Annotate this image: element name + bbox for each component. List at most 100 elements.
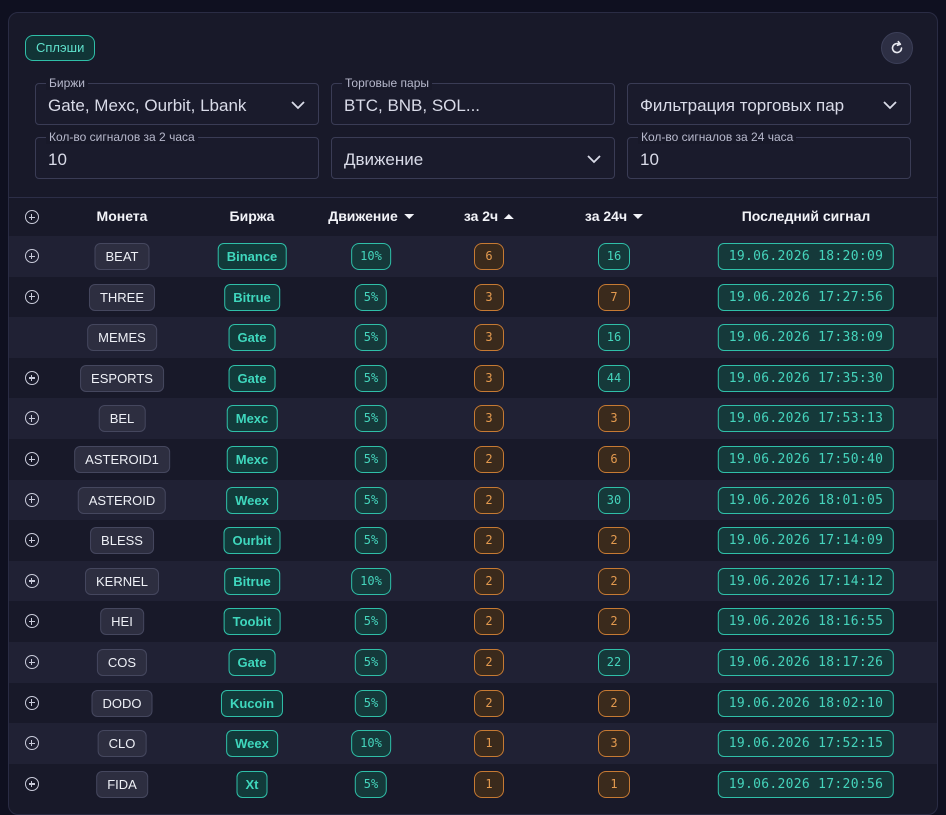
exchanges-value: Gate, Mexc, Ourbit, Lbank	[48, 96, 247, 115]
table-row[interactable]: THREE Bitrue 5% 3 7 19.06.2026 17:27:56	[9, 277, 937, 318]
exchange-badge[interactable]: Mexc	[226, 405, 278, 433]
movement-badge: 5%	[354, 283, 388, 311]
exchange-badge[interactable]: Toobit	[223, 608, 281, 636]
pairs-input[interactable]: Торговые пары BTC, BNB, SOL...	[331, 76, 615, 125]
coin-badge: KERNEL	[84, 567, 160, 595]
count-2h-badge: 1	[474, 770, 504, 798]
table-row[interactable]: DODO Kucoin 5% 2 2 19.06.2026 18:02:10	[9, 683, 937, 724]
coin-badge: COS	[96, 648, 148, 676]
table-row[interactable]: MEMES Gate 5% 3 16 19.06.2026 17:38:09	[9, 317, 937, 358]
expand-row-icon[interactable]	[25, 573, 39, 588]
expand-row-icon[interactable]	[25, 370, 39, 385]
last-signal-badge: 19.06.2026 18:16:55	[717, 608, 895, 636]
exchange-badge[interactable]: Bitrue	[224, 567, 280, 595]
splash-chip[interactable]: Сплэши	[25, 35, 96, 61]
count-24h-badge: 2	[598, 567, 630, 595]
count-2h-badge: 2	[474, 608, 504, 636]
coin-badge: CLO	[97, 730, 147, 758]
expand-row-icon[interactable]	[25, 695, 39, 710]
header-movement[interactable]: Движение	[328, 208, 414, 224]
expand-row-icon[interactable]	[25, 451, 39, 466]
last-signal-badge: 19.06.2026 17:14:09	[717, 527, 895, 555]
exchange-badge[interactable]: Xt	[236, 770, 268, 798]
exchange-badge[interactable]: Ourbit	[223, 527, 281, 555]
exchange-badge[interactable]: Gate	[228, 324, 276, 352]
coin-badge: DODO	[91, 689, 153, 717]
table-row[interactable]: BEL Mexc 5% 3 3 19.06.2026 17:53:13	[9, 398, 937, 439]
header-last-signal[interactable]: Последний сигнал	[742, 208, 871, 224]
table-row[interactable]: CLO Weex 10% 1 3 19.06.2026 17:52:15	[9, 723, 937, 764]
signals-24h-input[interactable]: Кол-во сигналов за 24 часа 10	[627, 130, 911, 179]
expand-row-icon[interactable]	[25, 411, 39, 426]
count-2h-badge: 1	[474, 730, 504, 758]
expand-row-icon[interactable]	[25, 776, 39, 791]
count-2h-badge: 3	[474, 364, 504, 392]
pairs-value: BTC, BNB, SOL...	[344, 96, 481, 115]
divider	[9, 197, 937, 198]
expand-row-icon[interactable]	[25, 249, 39, 263]
chevron-down-icon	[291, 101, 305, 110]
movement-badge: 5%	[354, 324, 388, 352]
refresh-button[interactable]	[881, 32, 913, 64]
table-row[interactable]: BEAT Binance 10% 6 16 19.06.2026 18:20:09	[9, 236, 937, 277]
header-24h[interactable]: за 24ч	[585, 208, 644, 224]
expand-row-icon[interactable]	[25, 614, 39, 629]
expand-row-icon[interactable]	[25, 492, 39, 507]
count-2h-badge: 2	[474, 567, 504, 595]
table-row[interactable]: ASTEROID1 Mexc 5% 2 6 19.06.2026 17:50:40	[9, 439, 937, 480]
exchange-badge[interactable]: Gate	[228, 364, 276, 392]
exchange-badge[interactable]: Gate	[228, 648, 276, 676]
last-signal-badge: 19.06.2026 17:20:56	[717, 770, 895, 798]
exchanges-select[interactable]: Биржи Gate, Mexc, Ourbit, Lbank	[35, 76, 319, 125]
table-row[interactable]: COS Gate 5% 2 22 19.06.2026 18:17:26	[9, 641, 937, 683]
sort-desc-icon	[633, 213, 644, 219]
exchange-badge[interactable]: Weex	[226, 486, 278, 514]
last-signal-badge: 19.06.2026 18:01:05	[717, 486, 895, 514]
count-24h-badge: 2	[598, 527, 630, 555]
signals-panel: Сплэши Биржи Gate, Mexc, Ourbit, Lbank Т…	[8, 12, 938, 815]
signals-24h-legend: Кол-во сигналов за 24 часа	[638, 130, 797, 144]
count-24h-badge: 44	[598, 364, 630, 392]
table-row[interactable]: ASTEROID Weex 5% 2 30 19.06.2026 18:01:05	[9, 479, 937, 521]
coin-badge: FIDA	[96, 770, 148, 798]
pair-filter-select[interactable]: Фильтрация торговых пар	[627, 83, 911, 125]
count-24h-badge: 22	[598, 648, 630, 676]
table-row[interactable]: FIDA Xt 5% 1 1 19.06.2026 17:20:56	[9, 764, 937, 805]
last-signal-badge: 19.06.2026 17:14:12	[717, 567, 895, 595]
table-row[interactable]: KERNEL Bitrue 10% 2 2 19.06.2026 17:14:12	[9, 560, 937, 602]
count-2h-badge: 2	[474, 689, 504, 717]
last-signal-badge: 19.06.2026 18:20:09	[717, 243, 895, 270]
header-2h[interactable]: за 2ч	[464, 208, 515, 224]
coin-badge: ESPORTS	[80, 364, 164, 392]
expand-all-icon[interactable]	[25, 210, 39, 224]
chevron-down-icon	[883, 101, 897, 110]
chevron-down-icon	[587, 155, 601, 164]
movement-badge: 10%	[351, 243, 391, 270]
exchange-badge[interactable]: Bitrue	[224, 283, 280, 311]
count-24h-badge: 7	[598, 283, 630, 311]
exchange-badge[interactable]: Mexc	[226, 445, 278, 473]
count-2h-badge: 2	[474, 527, 504, 555]
exchange-badge[interactable]: Kucoin	[220, 689, 284, 717]
expand-row-icon[interactable]	[25, 736, 39, 751]
sort-desc-icon	[403, 213, 414, 219]
last-signal-badge: 19.06.2026 18:02:10	[717, 689, 895, 717]
header-exchange[interactable]: Биржа	[230, 208, 275, 224]
count-24h-badge: 6	[598, 445, 630, 473]
exchange-badge[interactable]: Binance	[217, 243, 287, 270]
coin-badge: BEAT	[94, 243, 150, 270]
table-row[interactable]: ESPORTS Gate 5% 3 44 19.06.2026 17:35:30	[9, 358, 937, 399]
coin-badge: BLESS	[90, 527, 154, 555]
signals-2h-input[interactable]: Кол-во сигналов за 2 часа 10	[35, 130, 319, 179]
movement-badge: 5%	[354, 405, 388, 433]
table-row[interactable]: BLESS Ourbit 5% 2 2 19.06.2026 17:14:09	[9, 520, 937, 561]
count-2h-badge: 2	[474, 486, 504, 514]
last-signal-badge: 19.06.2026 17:52:15	[717, 730, 895, 758]
expand-row-icon[interactable]	[25, 289, 39, 304]
movement-select[interactable]: Движение	[331, 137, 615, 179]
expand-row-icon[interactable]	[25, 533, 39, 548]
header-coin[interactable]: Монета	[97, 208, 148, 224]
exchange-badge[interactable]: Weex	[226, 730, 278, 758]
table-row[interactable]: HEI Toobit 5% 2 2 19.06.2026 18:16:55	[9, 601, 937, 642]
expand-row-icon[interactable]	[25, 654, 39, 669]
